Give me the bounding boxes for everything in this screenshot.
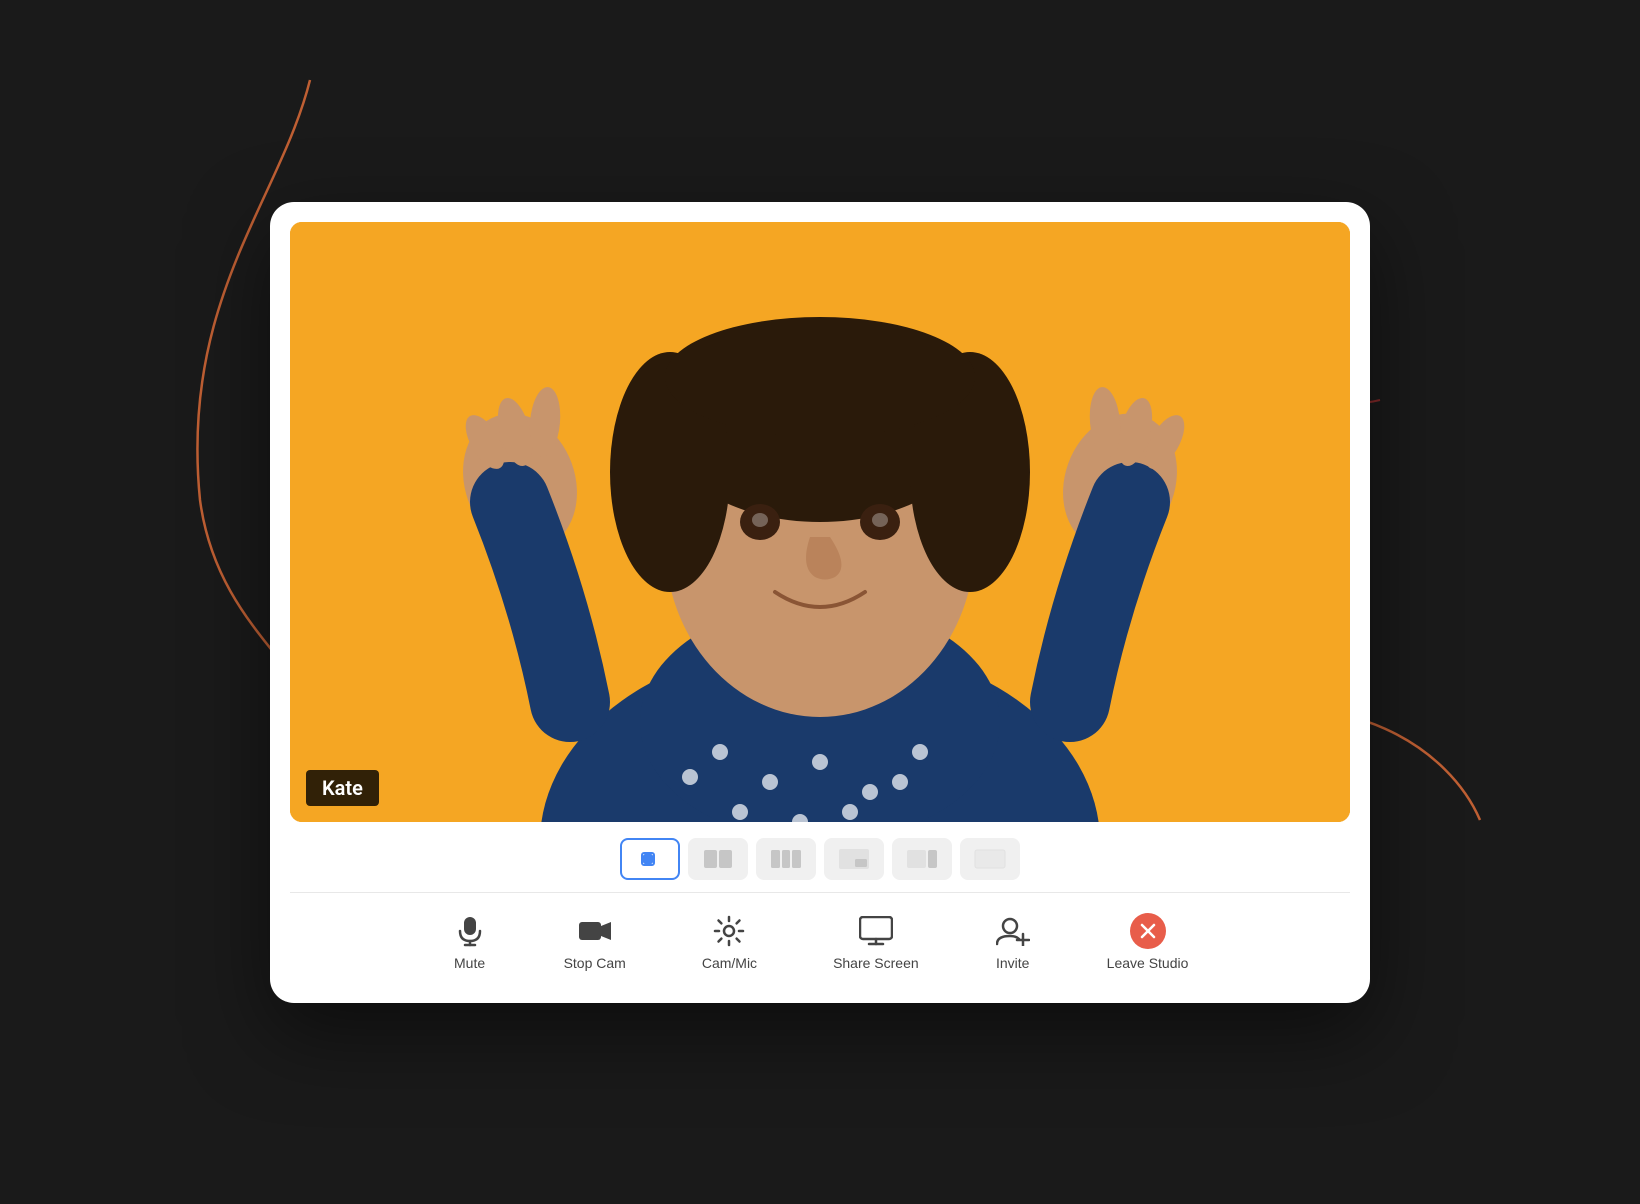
layout-selector [290, 822, 1350, 892]
mute-button[interactable]: Mute [444, 909, 496, 975]
layout-single-button[interactable] [620, 838, 680, 880]
monitor-icon [858, 913, 894, 949]
share-screen-button[interactable]: Share Screen [825, 909, 927, 975]
video-feed [290, 222, 1350, 822]
layout-single-icon [634, 847, 666, 871]
leave-studio-button[interactable]: Leave Studio [1099, 909, 1197, 975]
leave-studio-icon [1130, 913, 1166, 949]
layout-grid3-button[interactable] [756, 838, 816, 880]
cam-mic-label: Cam/Mic [702, 955, 757, 971]
studio-window: Kate [270, 202, 1370, 1003]
invite-icon [995, 913, 1031, 949]
camera-icon [577, 913, 613, 949]
layout-grid2-icon [702, 847, 734, 871]
invite-button[interactable]: Invite [987, 909, 1039, 975]
layout-blank-icon [974, 847, 1006, 871]
mute-label: Mute [454, 955, 485, 971]
layout-pip-button[interactable] [824, 838, 884, 880]
video-area: Kate [290, 222, 1350, 822]
participant-name-label: Kate [306, 770, 379, 806]
share-screen-label: Share Screen [833, 955, 919, 971]
leave-studio-label: Leave Studio [1107, 955, 1189, 971]
layout-pip-icon [838, 847, 870, 871]
layout-side-button[interactable] [892, 838, 952, 880]
layout-grid2-button[interactable] [688, 838, 748, 880]
stop-cam-button[interactable]: Stop Cam [556, 909, 634, 975]
cam-mic-button[interactable]: Cam/Mic [694, 909, 765, 975]
microphone-icon [452, 913, 488, 949]
layout-side-icon [906, 847, 938, 871]
layout-grid3-icon [770, 847, 802, 871]
layout-blank-button[interactable] [960, 838, 1020, 880]
controls-bar: Mute Stop Cam Cam/Mic [290, 892, 1350, 1003]
invite-label: Invite [996, 955, 1029, 971]
stop-cam-label: Stop Cam [564, 955, 626, 971]
gear-icon [711, 913, 747, 949]
